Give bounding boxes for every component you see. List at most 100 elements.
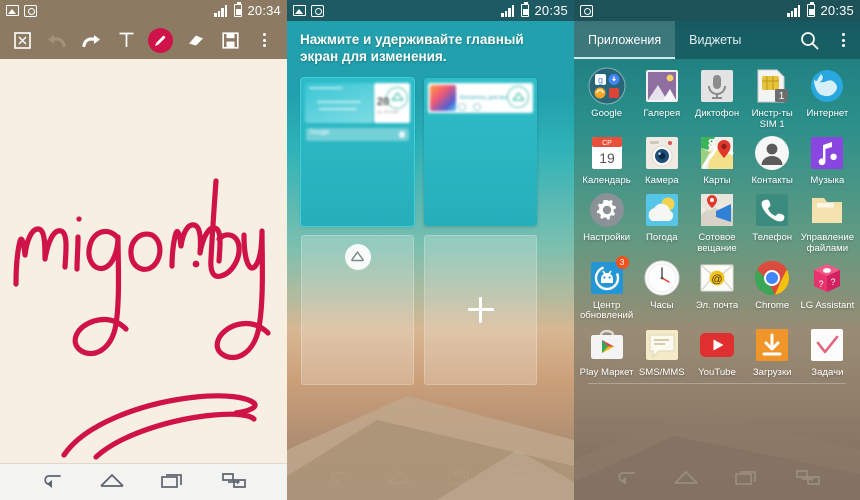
- app-lg-assistant[interactable]: ? ? LG Assistant: [800, 259, 855, 322]
- app-row: Настройки Погода Сотовое вещание Телефон…: [579, 191, 855, 254]
- signal-icon: [214, 4, 229, 17]
- mini-app: [305, 169, 324, 187]
- app-label: Галерея: [643, 108, 681, 119]
- home-icon: [511, 92, 525, 101]
- app-settings[interactable]: Настройки: [579, 191, 634, 254]
- drawer-tabs: Приложения Виджеты: [574, 21, 860, 59]
- svg-text:1: 1: [779, 91, 785, 102]
- overflow-button[interactable]: [252, 27, 278, 53]
- app-label: Центр обновлений: [579, 299, 634, 322]
- app-music[interactable]: Музыка: [800, 134, 855, 187]
- clock-hour: 20: [377, 95, 390, 108]
- app-update-center[interactable]: 3 Центр обновлений: [579, 255, 634, 322]
- panel-note-editor: 20:34: [0, 0, 287, 500]
- app-gallery[interactable]: Галерея: [634, 67, 689, 130]
- navigation-bar: [0, 463, 287, 500]
- note-toolbar: [0, 21, 287, 59]
- home-page-slot-default[interactable]: [301, 234, 414, 385]
- app-chrome[interactable]: Chrome: [745, 259, 800, 322]
- app-label: Задачи: [811, 367, 844, 379]
- redo-button[interactable]: [78, 27, 104, 53]
- app-messaging[interactable]: SMS/MMS: [634, 326, 689, 379]
- overflow-button[interactable]: [826, 21, 860, 59]
- app-label: Календарь: [582, 175, 631, 187]
- app-weather[interactable]: Погода: [634, 191, 689, 254]
- file-manager-icon: [808, 191, 846, 229]
- browser-globe-icon: [808, 67, 846, 105]
- email-icon: @: [698, 259, 736, 297]
- gallery-icon: [643, 67, 681, 105]
- note-canvas[interactable]: [0, 59, 287, 463]
- app-tasks[interactable]: Задачи: [800, 326, 855, 379]
- tabs-spacer: [755, 21, 792, 59]
- camera-icon: [24, 4, 37, 17]
- save-floppy-icon: [222, 31, 239, 49]
- home-page-preview-1[interactable]: 20 ср, 19 нояб. Google: [300, 76, 415, 227]
- app-file-manager[interactable]: Управление файлами: [800, 191, 855, 254]
- home-pages-row-2: [287, 234, 574, 385]
- eraser-button[interactable]: [183, 27, 209, 53]
- preview-app-grid: [305, 148, 410, 187]
- chrome-icon: [753, 259, 791, 297]
- app-contacts[interactable]: Контакты: [745, 134, 800, 187]
- app-phone[interactable]: Телефон: [745, 191, 800, 254]
- app-google[interactable]: g Google: [579, 67, 634, 130]
- add-page-slot[interactable]: [424, 234, 537, 385]
- screenshot-stage: 20:34 20:35 Нажмите и удерживайте главны…: [0, 0, 860, 500]
- app-downloads[interactable]: Загрузки: [745, 326, 800, 379]
- home-page-preview-2[interactable]: Коснитесь для выбора: [424, 77, 537, 226]
- app-email[interactable]: @ Эл. почта: [689, 259, 744, 322]
- app-row: 3 Центр обновлений Часы @ Эл. почта Chro…: [579, 255, 855, 322]
- app-calendar[interactable]: СР 19 Календарь: [579, 134, 634, 187]
- text-t-icon: [119, 32, 134, 47]
- signal-icon: [787, 4, 802, 17]
- app-maps[interactable]: 8 Карты: [689, 134, 744, 187]
- dual-window-icon[interactable]: [221, 471, 247, 494]
- crop-fit-button[interactable]: [9, 27, 35, 53]
- app-sim-toolkit[interactable]: 1 Инстр-ты SIM 1: [745, 67, 800, 130]
- app-label: Google: [591, 108, 623, 119]
- default-home-badge[interactable]: [344, 243, 371, 270]
- clock-widget-thumb: 20 ср, 19 нояб.: [374, 82, 410, 123]
- panel2-content: 20:35 Нажмите и удерживайте главный экра…: [287, 0, 574, 385]
- undo-button[interactable]: [44, 27, 70, 53]
- save-button[interactable]: [217, 27, 243, 53]
- recents-icon[interactable]: [160, 471, 186, 494]
- more-vertical-icon: [841, 32, 845, 48]
- mini-app: [492, 196, 511, 214]
- app-voice-recorder[interactable]: Диктофон: [689, 67, 744, 130]
- app-play-store[interactable]: Play Маркет: [579, 326, 634, 379]
- text-tool-button[interactable]: [113, 27, 139, 53]
- contacts-icon: [753, 134, 791, 172]
- undo-icon: [48, 34, 66, 47]
- app-cell-broadcast[interactable]: Сотовое вещание: [689, 191, 744, 254]
- maps-icon: 8: [698, 134, 736, 172]
- plus-icon[interactable]: [467, 296, 494, 323]
- home-icon[interactable]: [99, 471, 125, 494]
- signal-icon: [501, 4, 516, 17]
- back-icon[interactable]: [40, 471, 64, 494]
- svg-text:g: g: [598, 75, 603, 85]
- app-camera[interactable]: Камера: [634, 134, 689, 187]
- pen-icon: [155, 34, 166, 46]
- tab-apps[interactable]: Приложения: [574, 21, 676, 59]
- mini-app: [369, 148, 388, 166]
- app-row: СР 19 Календарь Камера 8 Карты Контакты …: [579, 134, 855, 187]
- svg-text:@: @: [711, 273, 722, 285]
- media-controls: [458, 102, 481, 111]
- status-time: 20:34: [247, 3, 281, 18]
- search-button[interactable]: [792, 21, 826, 59]
- tab-widgets[interactable]: Виджеты: [675, 21, 755, 59]
- status-bar: 20:34: [0, 0, 287, 21]
- redo-icon: [82, 34, 100, 47]
- app-label: Телефон: [752, 232, 793, 244]
- home-icon: [350, 251, 365, 262]
- pen-tool-button[interactable]: [148, 27, 174, 53]
- app-clock[interactable]: Часы: [634, 259, 689, 322]
- mini-app: [348, 169, 367, 187]
- pen-active-circle: [148, 27, 174, 53]
- preview-blur-layer: Коснитесь для выбора: [424, 78, 537, 226]
- app-label: Карты: [703, 175, 731, 187]
- app-youtube[interactable]: YouTube: [689, 326, 744, 379]
- app-internet[interactable]: Интернет: [800, 67, 855, 130]
